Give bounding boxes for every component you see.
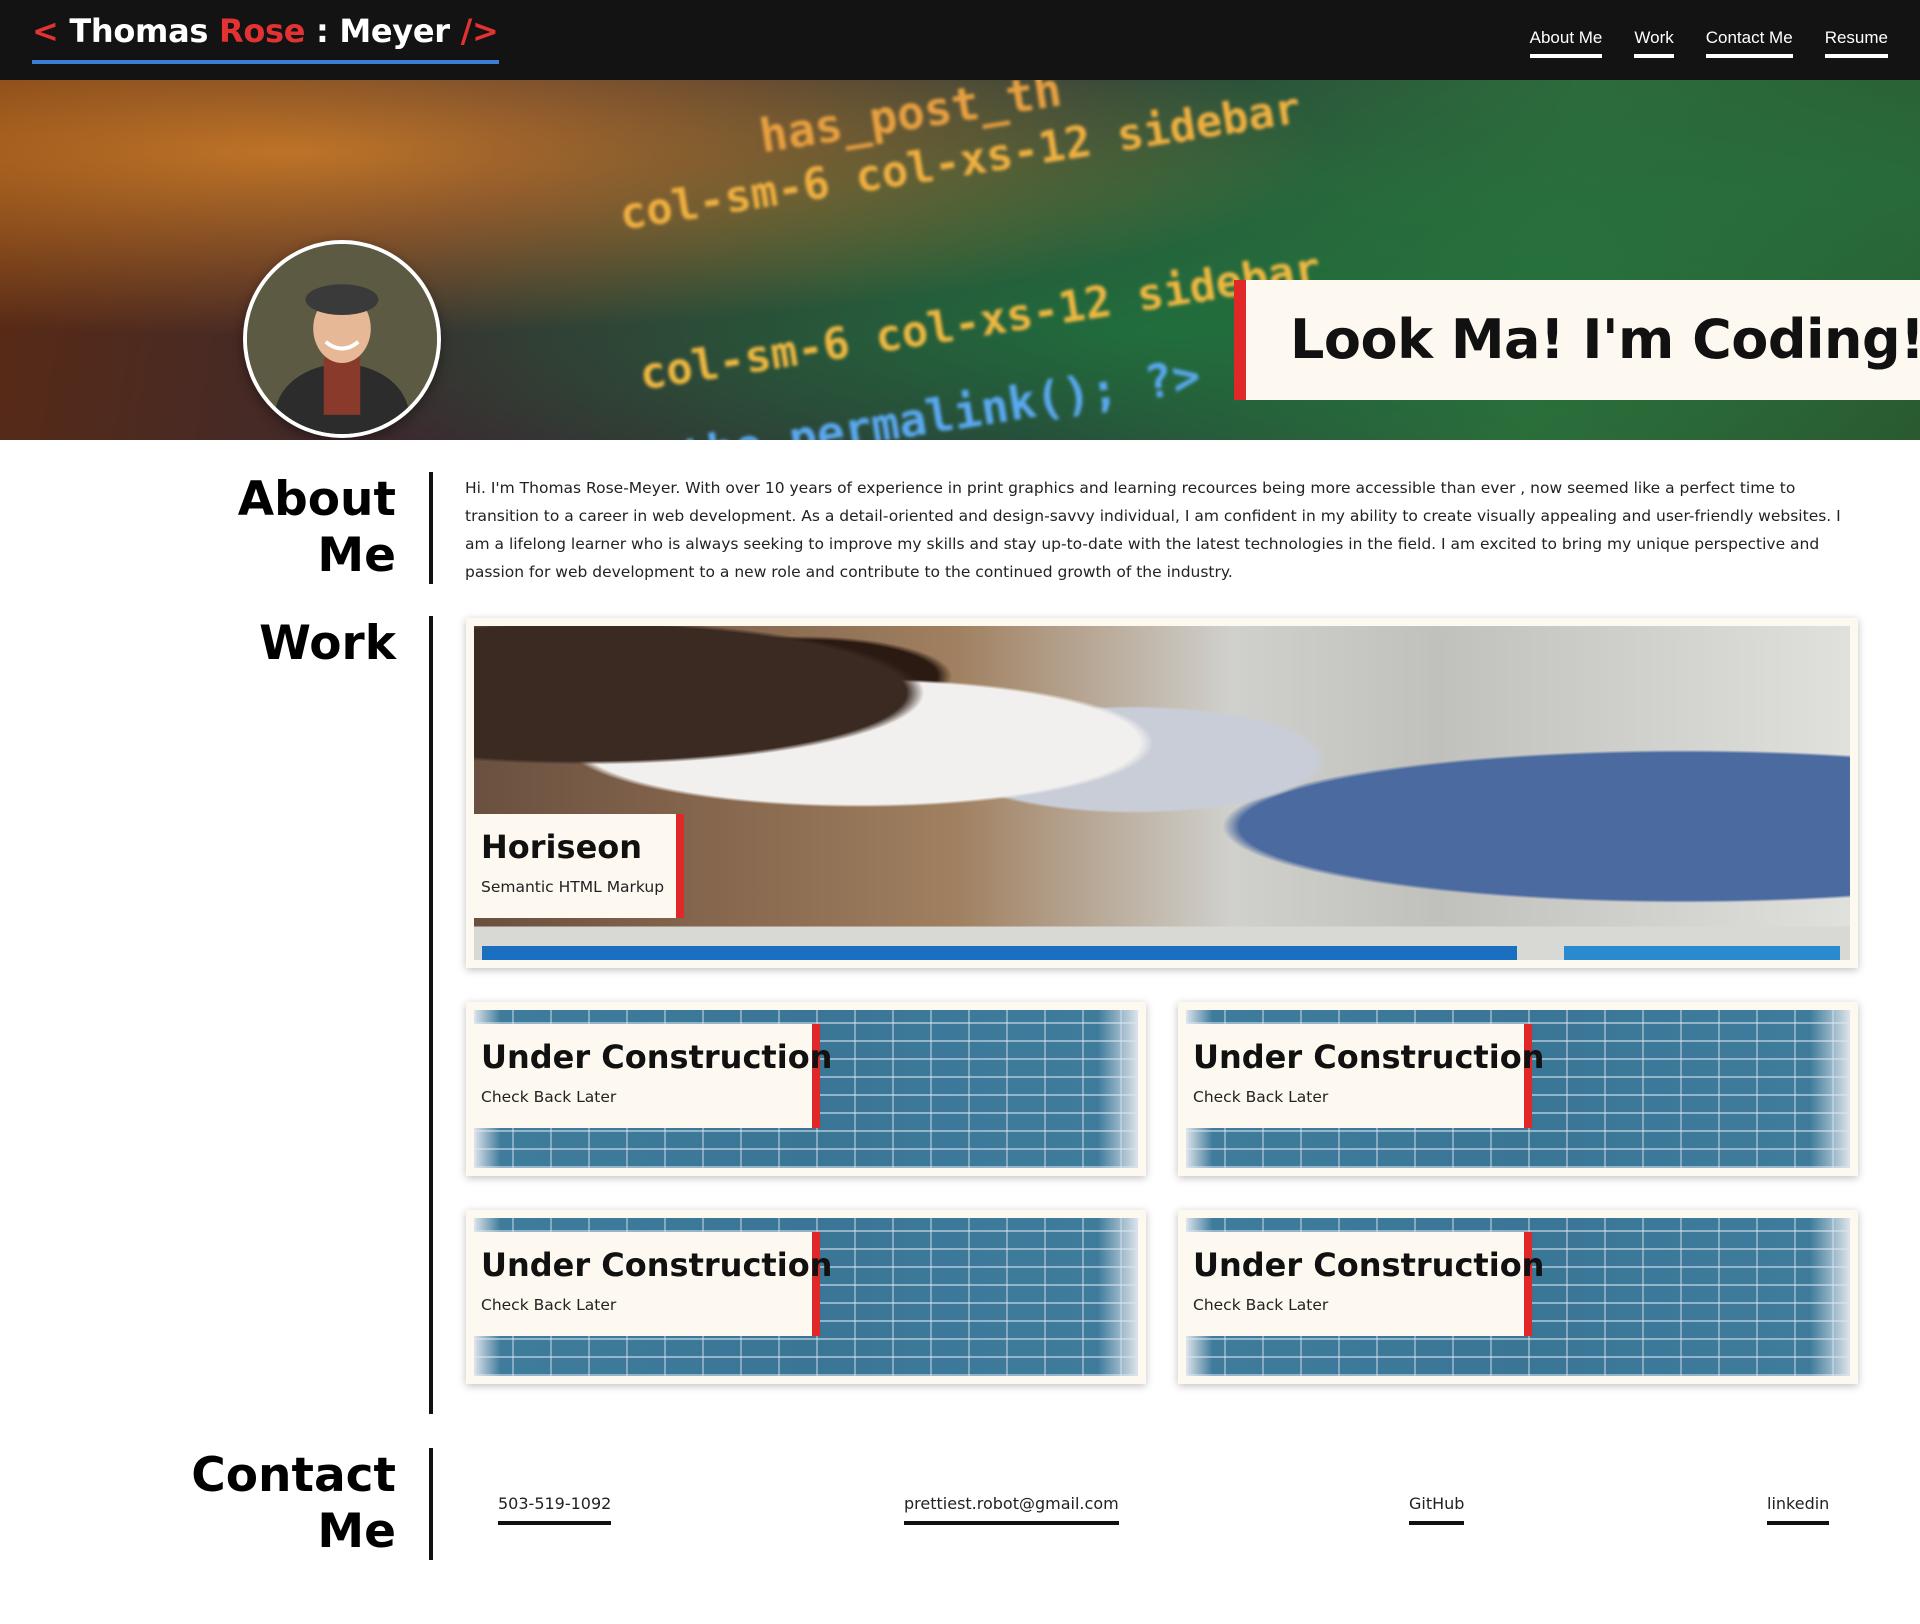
logo-last-name: Meyer [339, 12, 450, 50]
contact-linkedin-link[interactable]: linkedin [1767, 1494, 1830, 1525]
project-subtitle: Check Back Later [1193, 1088, 1329, 1106]
profile-photo [247, 244, 437, 434]
project-image-bar [482, 946, 1517, 960]
nav-contact-me[interactable]: Contact Me [1705, 28, 1793, 58]
about-heading: About Me [238, 472, 396, 584]
project-label-horiseon: Horiseon Semantic HTML Markup [466, 814, 684, 918]
contact-divider [429, 1448, 433, 1560]
project-title: Under Construction [1193, 1038, 1545, 1076]
site-header: < Thomas Rose : Meyer /> About Me Work C… [0, 0, 1920, 80]
nav-work[interactable]: Work [1634, 28, 1674, 58]
project-subtitle: Semantic HTML Markup [481, 878, 665, 896]
project-label: Under Construction Check Back Later [1178, 1024, 1544, 1128]
work-divider [429, 616, 433, 1414]
work-heading: Work [259, 616, 396, 671]
project-card[interactable]: Under Construction Check Back Later [466, 1002, 1146, 1176]
contact-heading-line1: Contact [191, 1448, 396, 1503]
project-title: Under Construction [481, 1246, 833, 1284]
contact-email-link[interactable]: prettiest.robot@gmail.com [904, 1494, 1119, 1525]
about-heading-line2: Me [317, 528, 396, 583]
project-title: Under Construction [1193, 1246, 1545, 1284]
project-card-featured[interactable]: Horiseon Semantic HTML Markup [466, 618, 1858, 968]
about-heading-line1: About [237, 472, 396, 527]
main-nav: About Me Work Contact Me Resume [1529, 28, 1888, 58]
project-image-button [1564, 946, 1840, 960]
site-logo[interactable]: < Thomas Rose : Meyer /> [32, 12, 499, 64]
contact-heading-line2: Me [317, 1504, 396, 1559]
contact-phone-link[interactable]: 503-519-1092 [498, 1494, 612, 1525]
project-card[interactable]: Under Construction Check Back Later [1178, 1002, 1858, 1176]
hero-code-line: col-sm-6 col-xs-12 sidebar [636, 242, 1325, 401]
logo-first-name: Thomas [69, 12, 209, 50]
logo-open-bracket: < [32, 12, 59, 50]
hero-title: Look Ma! I'm Coding! [1290, 308, 1920, 371]
project-label: Under Construction Check Back Later [466, 1024, 832, 1128]
nav-resume[interactable]: Resume [1824, 28, 1888, 58]
project-card[interactable]: Under Construction Check Back Later [1178, 1210, 1858, 1384]
project-label: Under Construction Check Back Later [466, 1232, 832, 1336]
profile-avatar [243, 240, 441, 438]
project-subtitle: Check Back Later [481, 1088, 617, 1106]
hero-banner: has_post_th col-sm-6 col-xs-12 sidebar c… [0, 80, 1920, 440]
project-label: Under Construction Check Back Later [1178, 1232, 1544, 1336]
logo-close-bracket: /> [460, 12, 499, 50]
about-text: Hi. I'm Thomas Rose-Meyer. With over 10 … [465, 479, 1841, 581]
project-card[interactable]: Under Construction Check Back Later [466, 1210, 1146, 1384]
project-title: Under Construction [481, 1038, 833, 1076]
project-subtitle: Check Back Later [481, 1296, 617, 1314]
logo-separator: : [316, 12, 329, 50]
hero-title-box: Look Ma! I'm Coding! [1234, 280, 1920, 400]
logo-rose: Rose [218, 12, 306, 50]
project-title: Horiseon [481, 828, 643, 866]
about-divider [429, 472, 433, 584]
contact-heading: Contact Me [191, 1448, 396, 1560]
contact-github-link[interactable]: GitHub [1409, 1494, 1465, 1525]
project-subtitle: Check Back Later [1193, 1296, 1329, 1314]
nav-about-me[interactable]: About Me [1529, 28, 1603, 58]
